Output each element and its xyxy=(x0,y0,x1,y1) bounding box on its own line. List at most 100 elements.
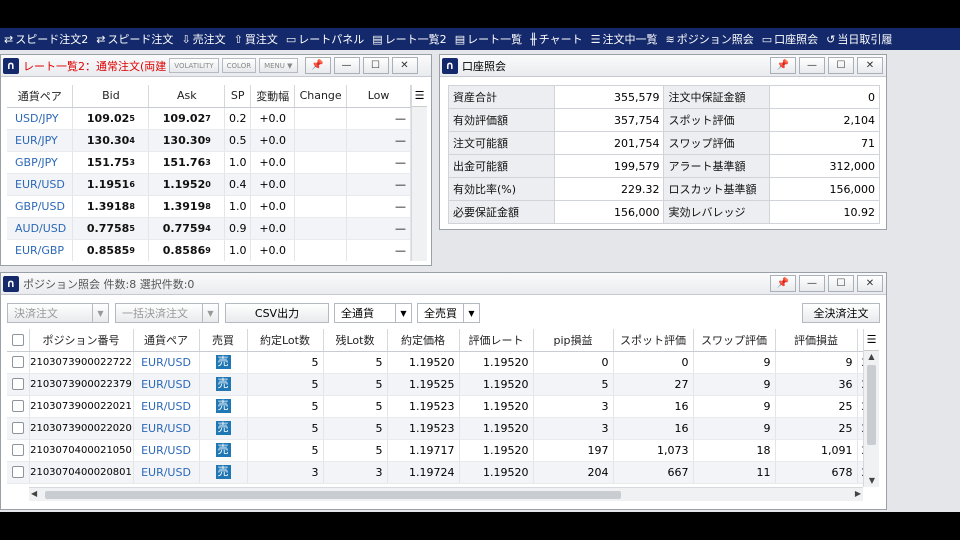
toolbar-button-1[interactable]: ⇄ スピード注文 xyxy=(92,28,177,50)
close-button[interactable]: ✕ xyxy=(857,275,883,292)
column-header[interactable]: 約定価格 xyxy=(387,329,460,352)
column-header[interactable]: 変動幅 xyxy=(250,85,296,108)
position-table-vscrollbar[interactable]: ☰ ▲ ▼ xyxy=(863,329,879,487)
maximize-button[interactable]: ☐ xyxy=(362,57,389,74)
scroll-right-icon[interactable]: ▶ xyxy=(855,489,861,498)
toolbar-button-11[interactable]: ↺ 当日取引履 xyxy=(822,28,896,50)
toolbar-button-3[interactable]: ⇧ 買注文 xyxy=(230,28,282,50)
row-checkbox[interactable] xyxy=(11,378,24,390)
settle-order-dropdown[interactable]: 決済注文 ▼ xyxy=(7,303,109,323)
row-checkbox[interactable] xyxy=(11,466,24,478)
position-row[interactable]: 2103073900022379 EUR/USD 売 5 5 1.19525 1.19520… xyxy=(7,373,863,396)
column-header[interactable]: 売買 xyxy=(199,329,248,352)
maximize-button[interactable]: ☐ xyxy=(828,57,854,74)
currency-pair[interactable]: AUD/USD xyxy=(7,217,74,240)
rate-row[interactable]: EUR/GBP 0.85859 0.85869 1.0 +0.0— xyxy=(7,239,411,261)
toolbar-button-7[interactable]: ╫ チャート xyxy=(526,28,587,50)
close-button[interactable]: ✕ xyxy=(391,57,418,74)
csv-export-button[interactable]: CSV出力 xyxy=(225,303,329,323)
ask-price[interactable]: 151.763 xyxy=(148,151,226,174)
column-header[interactable]: pip損益 xyxy=(533,329,614,352)
row-checkbox-cell[interactable] xyxy=(7,461,30,484)
row-checkbox[interactable] xyxy=(11,356,24,368)
rate-row[interactable]: EUR/USD 1.19516 1.19520 0.4 +0.0— xyxy=(7,173,411,196)
row-checkbox-cell[interactable] xyxy=(7,373,30,396)
bid-price[interactable]: 1.19516 xyxy=(72,173,150,196)
column-header[interactable]: 通貨ペア xyxy=(7,85,74,108)
column-header[interactable]: スワップ評価 xyxy=(693,329,776,352)
bid-price[interactable]: 1.39188 xyxy=(72,195,150,218)
rate-row[interactable]: GBP/JPY 151.753 151.763 1.0 +0.0— xyxy=(7,151,411,174)
currency-filter-select[interactable]: 全通貨 ▼ xyxy=(334,303,412,323)
column-header[interactable]: ポジション番号 xyxy=(29,329,134,352)
column-header[interactable]: 約定Lot数 xyxy=(247,329,324,352)
side-filter-select[interactable]: 全売買 ▼ xyxy=(417,303,480,323)
ask-price[interactable]: 1.39198 xyxy=(148,195,226,218)
settle-all-button[interactable]: 全決済注文 xyxy=(802,303,880,323)
column-header[interactable]: Change xyxy=(294,85,348,108)
vscroll-thumb[interactable] xyxy=(867,365,876,445)
rate-list-titlebar[interactable]: ∩ レート一覧2：通常注文(両建 VOLATILITY COLOR MENU ▼… xyxy=(1,55,431,77)
ask-price[interactable]: 1.19520 xyxy=(148,173,226,196)
rate-row[interactable]: USD/JPY 109.025 109.027 0.2 +0.0— xyxy=(7,107,411,130)
row-checkbox-cell[interactable] xyxy=(7,395,30,418)
position-row[interactable]: 2103070400021050 EUR/USD 売 5 5 1.19717 1.19520… xyxy=(7,439,863,462)
position-titlebar[interactable]: ∩ ポジション照会 件数:8 選択件数:0 📌 — ☐ ✕ xyxy=(1,273,886,295)
account-titlebar[interactable]: ∩ 口座照会 📌 — ☐ ✕ xyxy=(440,55,886,77)
position-row[interactable]: 2103070400020801 EUR/USD 売 3 3 1.19724 1.19520… xyxy=(7,461,863,484)
bid-price[interactable]: 130.304 xyxy=(72,129,150,152)
position-table-hscrollbar[interactable]: ◀ ▶ xyxy=(29,487,863,501)
pin-icon[interactable]: 📌 xyxy=(770,57,796,74)
row-checkbox[interactable] xyxy=(11,444,24,456)
column-header[interactable]: Ask xyxy=(148,85,226,108)
currency-pair[interactable]: GBP/JPY xyxy=(7,151,74,174)
scroll-down-icon[interactable]: ▼ xyxy=(864,475,880,487)
select-all-checkbox[interactable] xyxy=(11,333,24,346)
color-button[interactable]: COLOR xyxy=(221,58,257,73)
currency-pair[interactable]: USD/JPY xyxy=(7,107,74,130)
scroll-left-icon[interactable]: ◀ xyxy=(31,489,37,498)
maximize-button[interactable]: ☐ xyxy=(828,275,854,292)
volatility-button[interactable]: VOLATILITY xyxy=(169,58,219,73)
toolbar-button-4[interactable]: ▭ レートパネル xyxy=(282,28,368,50)
toolbar-button-10[interactable]: ▭ 口座照会 xyxy=(758,28,822,50)
select-all-checkbox-cell[interactable] xyxy=(7,329,30,352)
toolbar-button-8[interactable]: ☰ 注文中一覧 xyxy=(587,28,662,50)
minimize-button[interactable]: — xyxy=(333,57,360,74)
row-checkbox-cell[interactable] xyxy=(7,417,30,440)
hscroll-thumb[interactable] xyxy=(45,491,621,499)
close-button[interactable]: ✕ xyxy=(857,57,883,74)
toolbar-button-0[interactable]: ⇄ スピード注文2 xyxy=(0,28,92,50)
toolbar-button-5[interactable]: ▤ レート一覧2 xyxy=(368,28,450,50)
row-checkbox[interactable] xyxy=(11,400,24,412)
rate-row[interactable]: EUR/JPY 130.304 130.309 0.5 +0.0— xyxy=(7,129,411,152)
pin-icon[interactable]: 📌 xyxy=(304,57,331,74)
column-header[interactable]: SP xyxy=(224,85,252,108)
rate-row[interactable]: GBP/USD 1.39188 1.39198 1.0 +0.0— xyxy=(7,195,411,218)
currency-pair[interactable]: GBP/USD xyxy=(7,195,74,218)
column-header[interactable]: 通貨ペア xyxy=(133,329,200,352)
column-header[interactable]: スポット評価 xyxy=(613,329,694,352)
row-checkbox[interactable] xyxy=(11,422,24,434)
bulk-settle-dropdown[interactable]: 一括決済注文 ▼ xyxy=(115,303,219,323)
row-checkbox-cell[interactable] xyxy=(7,439,30,462)
position-row[interactable]: 2103073900022722 EUR/USD 売 5 5 1.19520 1.19520… xyxy=(7,351,863,374)
bid-price[interactable]: 0.85859 xyxy=(72,239,150,261)
toolbar-button-9[interactable]: ≋ ポジション照会 xyxy=(661,28,757,50)
column-header[interactable]: 残Lot数 xyxy=(323,329,388,352)
ask-price[interactable]: 0.77594 xyxy=(148,217,226,240)
column-header[interactable]: 評価損益 xyxy=(775,329,858,352)
rate-row[interactable]: AUD/USD 0.77585 0.77594 0.9 +0.0— xyxy=(7,217,411,240)
rate-table-scrollbar[interactable]: ☰ xyxy=(411,85,427,261)
menu-button[interactable]: MENU ▼ xyxy=(259,58,298,73)
pin-icon[interactable]: 📌 xyxy=(770,275,796,292)
ask-price[interactable]: 130.309 xyxy=(148,129,226,152)
column-header[interactable]: 評価レート xyxy=(459,329,534,352)
minimize-button[interactable]: — xyxy=(799,275,825,292)
currency-pair[interactable]: EUR/USD xyxy=(7,173,74,196)
ask-price[interactable]: 0.85869 xyxy=(148,239,226,261)
bid-price[interactable]: 151.753 xyxy=(72,151,150,174)
bid-price[interactable]: 109.025 xyxy=(72,107,150,130)
toolbar-button-6[interactable]: ▤ レート一覧 xyxy=(451,28,526,50)
bid-price[interactable]: 0.77585 xyxy=(72,217,150,240)
